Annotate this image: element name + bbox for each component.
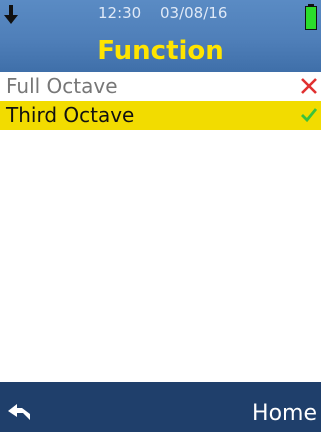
device-screen: 12:30 03/08/16 Function Full Octave Thir…: [0, 0, 321, 432]
battery-full-icon: [305, 4, 317, 30]
function-list: Full Octave Third Octave: [0, 72, 321, 130]
list-item-label: Third Octave: [6, 103, 135, 127]
page-title: Function: [97, 36, 224, 66]
check-icon: [301, 108, 318, 123]
list-item-full-octave[interactable]: Full Octave: [0, 72, 321, 101]
download-arrow-icon: [4, 5, 18, 24]
status-bar: 12:30 03/08/16: [0, 0, 321, 30]
status-time: 12:30: [98, 4, 142, 22]
list-item-label: Full Octave: [6, 74, 118, 98]
home-button[interactable]: Home: [252, 400, 317, 428]
footer-bar: Home: [0, 382, 321, 432]
header: 12:30 03/08/16 Function: [0, 0, 321, 72]
cross-icon: [301, 78, 317, 94]
list-item-third-octave[interactable]: Third Octave: [0, 101, 321, 130]
status-date: 03/08/16: [160, 4, 228, 22]
back-arrow-icon[interactable]: [8, 403, 32, 421]
